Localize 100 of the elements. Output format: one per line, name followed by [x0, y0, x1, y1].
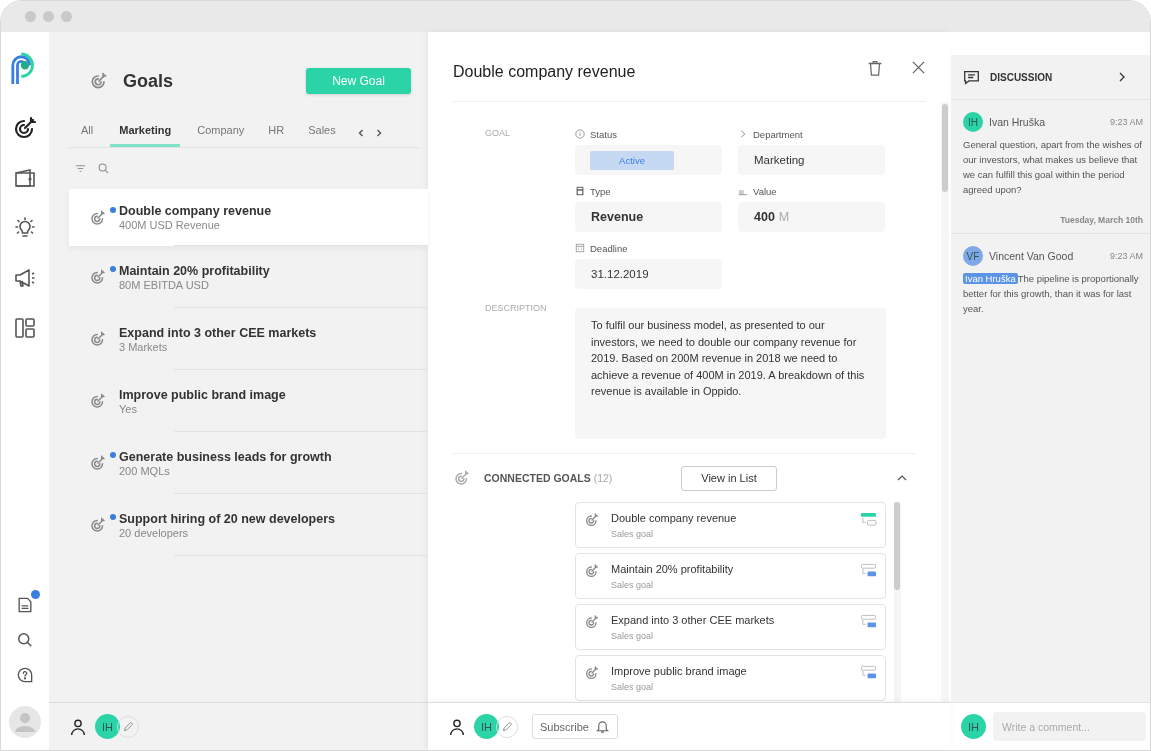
goal-list-item[interactable]: Support hiring of 20 new developers 20 developers: [69, 494, 428, 556]
goal-subtitle: 200 MQLs: [119, 464, 171, 477]
goal-title: Expand into 3 other CEE markets: [611, 614, 775, 626]
unit-label: M: [778, 210, 790, 224]
tab[interactable]: HR: [268, 118, 285, 147]
target-icon: [584, 665, 600, 681]
comment-time: 9:23 AM: [1109, 251, 1143, 261]
trash-icon[interactable]: [866, 58, 884, 77]
wallet-icon[interactable]: [13, 166, 37, 190]
goal-list-item[interactable]: Maintain 20% profitability 80M EBITDA USD: [69, 246, 428, 308]
target-icon: [584, 614, 600, 630]
goal-title: Maintain 20% profitability: [611, 563, 734, 575]
connected-goal-card[interactable]: Improve public brand image Sales goal: [575, 655, 886, 701]
field-label: Type: [590, 185, 611, 197]
tab[interactable]: Sales: [308, 118, 336, 147]
field[interactable]: Revenue: [575, 202, 722, 232]
field-value: Marketing: [754, 154, 805, 166]
comment-field[interactable]: Write a comment...: [993, 712, 1146, 741]
target-icon[interactable]: [13, 116, 37, 140]
field-label: Status: [590, 128, 617, 140]
help-icon[interactable]: [15, 665, 35, 685]
field[interactable]: 31.12.2019: [575, 259, 722, 289]
goal-list-item[interactable]: Generate business leads for growth 200 MQLs: [69, 432, 428, 494]
avatar[interactable]: IH: [95, 714, 120, 739]
close-icon[interactable]: [911, 60, 926, 75]
field-label: Value: [753, 185, 777, 197]
window-dot[interactable]: [25, 11, 36, 22]
goal-list-item[interactable]: Improve public brand image Yes: [69, 370, 428, 432]
window-dot[interactable]: [43, 11, 54, 22]
goal-list-item[interactable]: Expand into 3 other CEE markets 3 Markets: [69, 308, 428, 370]
goal-subtitle: Sales goal: [611, 631, 655, 641]
person-icon[interactable]: [69, 717, 87, 736]
tab[interactable]: Marketing: [110, 118, 181, 147]
goal-subtitle: 80M EBITDA USD: [119, 278, 210, 291]
goal-subtitle: Yes: [119, 402, 138, 415]
lightbulb-icon[interactable]: [13, 216, 37, 240]
goal-title: Expand into 3 other CEE markets: [119, 325, 317, 340]
goal-title: Maintain 20% profitability: [119, 263, 270, 278]
target-icon: [89, 330, 107, 348]
avatar[interactable]: IH: [474, 714, 499, 739]
target-icon: [584, 512, 600, 528]
target-icon: [89, 516, 107, 534]
goal-subtitle: 3 Markets: [119, 340, 169, 353]
comment-text: Ivan Hruška The pipeline is proportionally better for this growth, than it was for last year.: [963, 272, 1140, 316]
comment-author: Ivan Hruška: [989, 116, 1046, 128]
section-label: GOAL: [484, 128, 511, 140]
section-label: DESCRIPTION: [484, 303, 548, 315]
connected-goal-card[interactable]: Maintain 20% profitability Sales goal: [575, 553, 886, 599]
tab[interactable]: All: [81, 118, 94, 147]
connected-goal-card[interactable]: Expand into 3 other CEE markets Sales goal: [575, 604, 886, 650]
target-icon: [89, 71, 109, 91]
field[interactable]: Marketing: [738, 145, 885, 175]
connected-goal-card[interactable]: Double company revenue Sales goal: [575, 502, 886, 548]
goal-subtitle: 20 developers: [119, 526, 190, 539]
person-icon[interactable]: [448, 717, 466, 736]
goal-title: Improve public brand image: [119, 387, 286, 402]
avatar: VF: [963, 246, 983, 266]
goal-list-item[interactable]: Double company revenue 400M USD Revenue: [69, 189, 428, 246]
hierarchy-icon: [860, 665, 877, 680]
field-label: Department: [753, 128, 803, 140]
avatar: IH: [963, 112, 983, 132]
calculator-icon: [575, 186, 585, 196]
goal-subtitle: Sales goal: [611, 580, 655, 590]
goal-subtitle: Sales goal: [611, 529, 655, 539]
hierarchy-icon: [860, 512, 877, 527]
info-icon: [575, 129, 585, 139]
tab[interactable]: Company: [197, 118, 245, 147]
target-icon: [89, 454, 107, 472]
avatar: IH: [961, 714, 986, 739]
panel-title: Goals: [123, 70, 174, 92]
dashboard-icon[interactable]: [13, 316, 37, 340]
detail-title: Double company revenue: [453, 62, 636, 81]
section-title: CONNECTED GOALS (12): [484, 472, 614, 484]
goal-title: Generate business leads for growth: [119, 449, 332, 464]
view-in-list-button[interactable]: View in List: [681, 465, 777, 491]
target-icon: [89, 208, 107, 227]
goal-title: Support hiring of 20 new developers: [119, 511, 335, 526]
window-dot[interactable]: [61, 11, 72, 22]
target-icon: [89, 392, 107, 410]
field-value: 31.12.2019: [591, 268, 649, 280]
goal-subtitle: Sales goal: [611, 682, 655, 692]
chevron-right-icon[interactable]: [1117, 72, 1127, 82]
field-label: Deadline: [590, 242, 628, 254]
bell-icon: [594, 719, 610, 734]
megaphone-icon[interactable]: [13, 266, 37, 290]
goal-title: Improve public brand image: [611, 665, 747, 677]
description-field[interactable]: To fulfil our business model, as presented to our investors, we need to double our company revenue for 2019. Based on 200M revenue in 2018 we need to achieve a revenue of 400M in 2019. A breakdown of this revenue is available in Oppido.: [575, 308, 886, 439]
field-value: 400: [754, 210, 775, 224]
target-icon: [453, 469, 471, 487]
comment-text: General question, apart from the wishes of our investors, what makes us believe that we can fulfill this goal within the period agreed upon?: [963, 138, 1143, 197]
filter-icon[interactable]: [75, 163, 86, 174]
chevron-icon: [738, 129, 748, 139]
field[interactable]: 400 M: [738, 202, 885, 232]
goal-subtitle: 400M USD Revenue: [119, 219, 221, 231]
calendar-icon: [575, 243, 585, 253]
panel-title: DISCUSSION: [990, 71, 1053, 83]
subscribe-button[interactable]: Subscribe: [532, 714, 618, 739]
date-separator: Tuesday, March 10th: [1060, 215, 1143, 225]
field-value: Revenue: [591, 210, 644, 224]
comment-author: Vincent Van Good: [989, 250, 1074, 262]
